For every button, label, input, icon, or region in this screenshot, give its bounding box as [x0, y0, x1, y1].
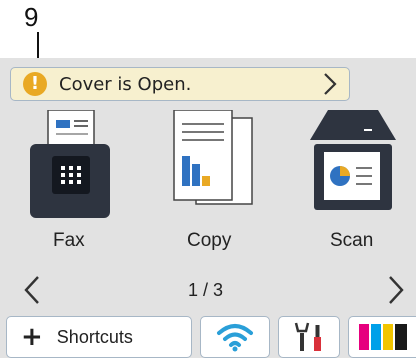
plus-icon: +	[21, 322, 43, 352]
copy-icon[interactable]	[170, 110, 256, 220]
callout-number: 9	[24, 2, 39, 32]
shortcuts-label: Shortcuts	[56, 326, 133, 347]
shortcuts-tab[interactable]: + Shortcuts	[6, 316, 192, 358]
fax-label: Fax	[53, 230, 85, 251]
ink-tab[interactable]	[348, 316, 416, 358]
wifi-tab[interactable]	[200, 316, 270, 358]
status-notification[interactable]: ! Cover is Open.	[10, 67, 350, 101]
warning-icon: !	[23, 72, 47, 96]
settings-tab[interactable]	[278, 316, 340, 358]
wifi-icon	[217, 324, 253, 352]
scan-label: Scan	[330, 230, 374, 251]
settings-tools-icon	[294, 322, 321, 351]
scan-icon[interactable]	[308, 110, 398, 220]
chevron-left-icon[interactable]	[20, 274, 42, 306]
copy-label: Copy	[187, 230, 232, 251]
notification-text: Cover is Open.	[59, 73, 192, 95]
chevron-right-icon	[324, 73, 337, 95]
ink-toner-icon	[358, 324, 407, 350]
fax-icon[interactable]	[30, 110, 110, 220]
page-indicator: 1 / 3	[188, 280, 224, 300]
chevron-right-icon[interactable]	[386, 274, 408, 306]
lcd-screen: ! Cover is Open. Fax Copy Scan 1 / 3 + S…	[0, 58, 416, 358]
